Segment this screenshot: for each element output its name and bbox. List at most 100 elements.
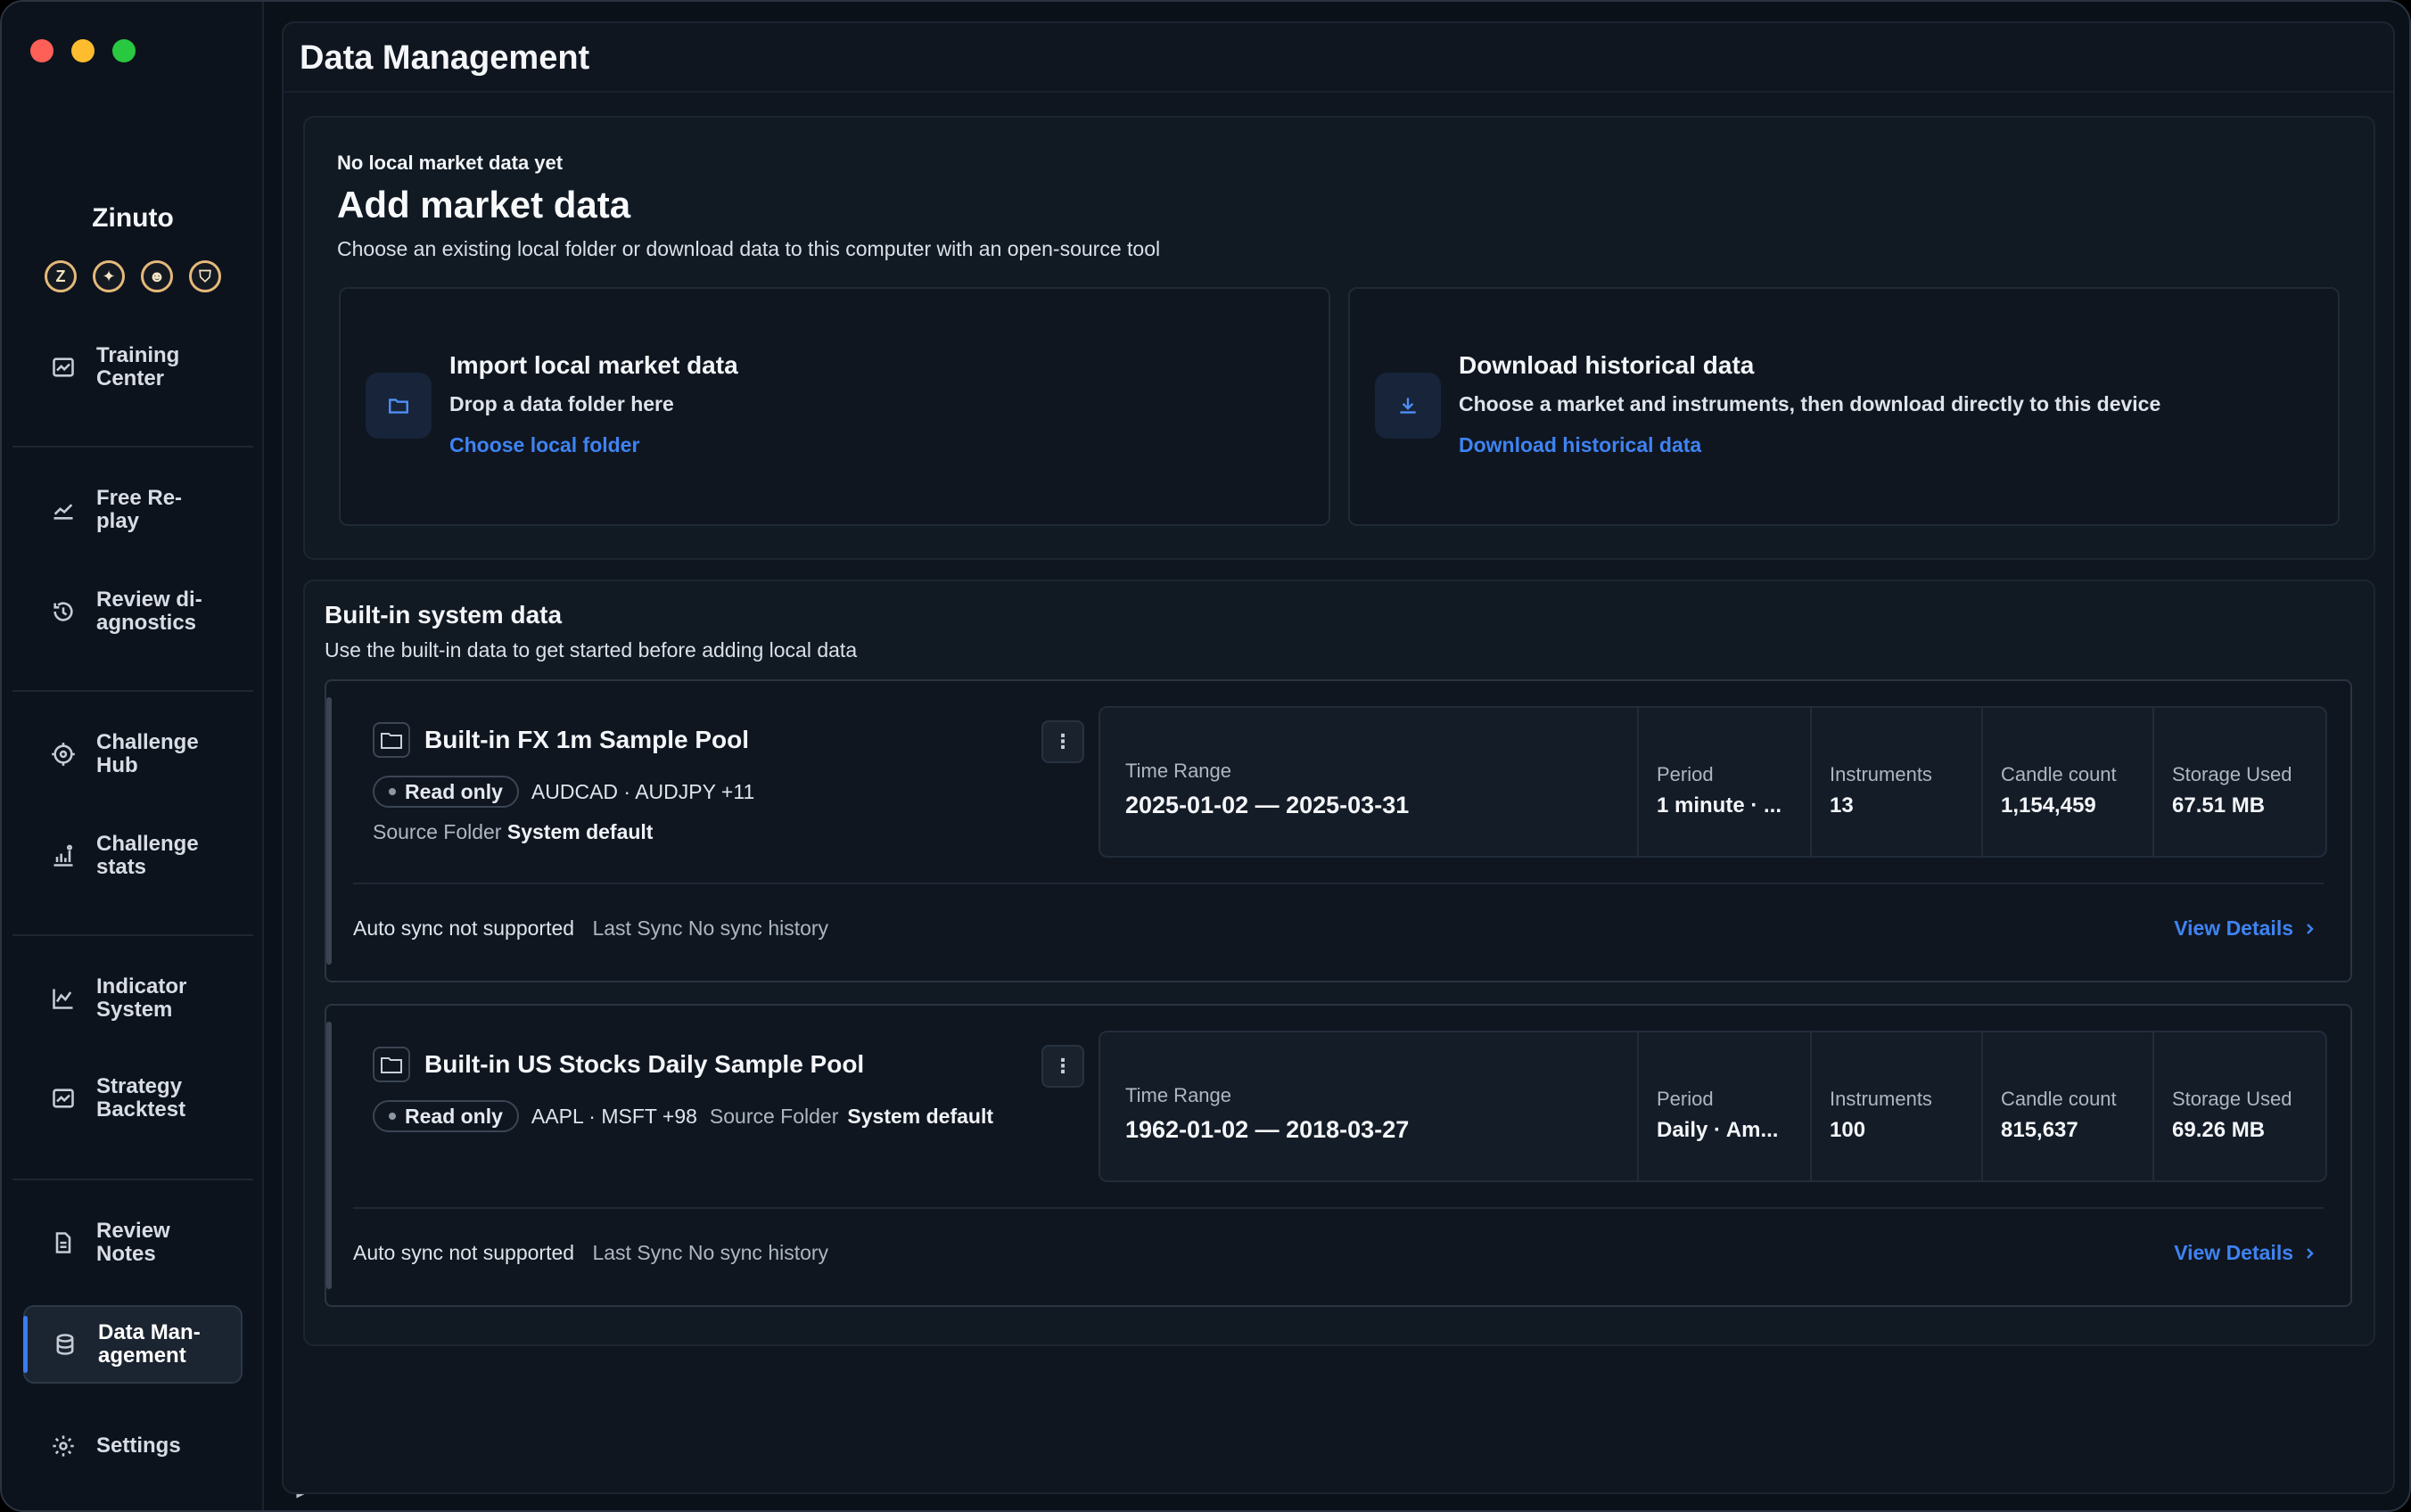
download-icon xyxy=(1375,373,1441,439)
sidebar-item-label: Indicator System xyxy=(96,974,187,1022)
pool-source: Source Folder System default xyxy=(373,820,654,843)
sidebar-item-review-diagnostics[interactable]: Review di-agnostics xyxy=(23,572,243,651)
download-desc: Choose a market and instruments, then do… xyxy=(1459,392,2161,415)
source-folder-value: System default xyxy=(847,1104,993,1128)
import-desc: Drop a data folder here xyxy=(449,392,674,415)
bar-stats-icon xyxy=(50,842,77,869)
import-local-data-dropzone[interactable]: Import local market data Drop a data fol… xyxy=(339,287,1330,526)
sidebar-item-strategy-backtest[interactable]: Strategy Backtest xyxy=(23,1059,243,1138)
sidebar-item-training-center[interactable]: Training Center xyxy=(23,328,243,407)
stat-storage-used: Storage Used 69.26 MB xyxy=(2172,1088,2292,1142)
sidebar-item-data-management[interactable]: Data Man-agement xyxy=(23,1305,243,1384)
sidebar-divider xyxy=(12,934,253,936)
page-title: Data Management xyxy=(300,39,590,77)
pool-symbols: AAPL · MSFT +98 xyxy=(531,1104,697,1128)
data-pool-card: Built-in US Stocks Daily Sample Pool ⋮ R… xyxy=(325,1004,2352,1307)
sidebar-item-label: Training Center xyxy=(96,343,180,390)
stat-time-range: Time Range 1962-01-02 — 2018-03-27 xyxy=(1100,1032,1639,1180)
choose-local-folder-link[interactable]: Choose local folder xyxy=(449,433,639,457)
database-icon xyxy=(52,1331,78,1358)
add-data-subtitle: Choose an existing local folder or downl… xyxy=(337,237,1161,260)
pool-stats: Time Range 1962-01-02 — 2018-03-27 Perio… xyxy=(1099,1031,2327,1182)
brand-name: Zinuto xyxy=(92,203,174,233)
title-divider xyxy=(284,91,2393,93)
sidebar-divider xyxy=(12,1179,253,1180)
builtin-title: Built-in system data xyxy=(325,601,563,629)
sidebar-item-label: Strategy Backtest xyxy=(96,1074,186,1122)
minimize-window-button[interactable] xyxy=(71,39,95,62)
pool-meta: Read only AAPL · MSFT +98 Source Folder … xyxy=(373,1100,993,1132)
more-options-button[interactable]: ⋮ xyxy=(1041,1045,1084,1088)
builtin-subtitle: Use the built-in data to get started bef… xyxy=(325,638,858,662)
pool-divider xyxy=(353,883,2324,884)
star-coin-icon: ✦ xyxy=(93,260,125,292)
download-historical-data-link[interactable]: Download historical data xyxy=(1459,433,1701,457)
pool-divider xyxy=(353,1207,2324,1209)
pool-meta: Read only AUDCAD · AUDJPY +11 xyxy=(373,776,754,808)
robot-coin-icon: ☻ xyxy=(141,260,173,292)
chart-card-icon xyxy=(50,354,77,381)
stat-instruments: Instruments 13 xyxy=(1812,708,1983,856)
folder-icon xyxy=(373,1047,410,1082)
z-coin-icon: Z xyxy=(45,260,77,292)
download-title: Download historical data xyxy=(1459,351,1755,379)
pool-name: Built-in US Stocks Daily Sample Pool xyxy=(424,1050,865,1078)
gear-icon xyxy=(50,1433,77,1459)
line-chart-icon xyxy=(50,985,77,1012)
chevron-right-icon xyxy=(2307,923,2314,934)
sidebar-item-review-notes[interactable]: Review Notes xyxy=(23,1204,243,1282)
folder-icon xyxy=(373,722,410,758)
more-options-button[interactable]: ⋮ xyxy=(1041,720,1084,763)
stat-time-range: Time Range 2025-01-02 — 2025-03-31 xyxy=(1100,708,1639,856)
sidebar-item-challenge-hub[interactable]: Challenge Hub xyxy=(23,715,243,793)
download-historical-data-card[interactable]: Download historical data Choose a market… xyxy=(1348,287,2340,526)
zoom-window-button[interactable] xyxy=(112,39,136,62)
sidebar-item-label: Free Re-play xyxy=(96,486,183,533)
sync-status: Auto sync not supported Last Sync No syn… xyxy=(353,1241,829,1264)
main-panel: Data Management No local market data yet… xyxy=(282,21,2395,1494)
pool-stats: Time Range 2025-01-02 — 2025-03-31 Perio… xyxy=(1099,706,2327,858)
history-icon xyxy=(50,598,77,625)
sidebar-item-label: Settings xyxy=(96,1434,181,1458)
add-market-data-card: No local market data yet Add market data… xyxy=(303,116,2375,560)
sidebar-item-settings[interactable]: Settings xyxy=(23,1407,243,1485)
close-window-button[interactable] xyxy=(30,39,53,62)
sidebar-item-indicator-system[interactable]: Indicator System xyxy=(23,959,243,1038)
stat-period: Period 1 minute · ... xyxy=(1639,708,1812,856)
view-details-link[interactable]: View Details xyxy=(2174,1241,2316,1265)
target-icon xyxy=(50,741,77,768)
pool-name: Built-in FX 1m Sample Pool xyxy=(424,726,750,753)
shield-coin-icon: ⛉ xyxy=(189,260,221,292)
view-details-link[interactable]: View Details xyxy=(2174,916,2316,941)
app-window: Zinuto Z ✦ ☻ ⛉ Training Center Free Re-p… xyxy=(0,0,2411,1512)
chevron-right-icon xyxy=(2307,1247,2314,1259)
stat-storage-used: Storage Used 67.51 MB xyxy=(2172,763,2292,818)
builtin-system-data-section: Built-in system data Use the built-in da… xyxy=(303,579,2375,1346)
pool-symbols: AUDCAD · AUDJPY +11 xyxy=(531,779,755,803)
stat-instruments: Instruments 100 xyxy=(1812,1032,1983,1180)
import-title: Import local market data xyxy=(449,351,738,379)
empty-state-label: No local market data yet xyxy=(337,152,564,174)
source-folder-label: Source Folder xyxy=(709,1104,839,1128)
sidebar-item-label: Challenge stats xyxy=(96,832,199,879)
window-controls xyxy=(30,39,136,62)
sidebar-item-label: Challenge Hub xyxy=(96,730,199,777)
sidebar-item-challenge-stats[interactable]: Challenge stats xyxy=(23,817,243,895)
sidebar-item-label: Data Man-agement xyxy=(98,1320,201,1368)
sync-status: Auto sync not supported Last Sync No syn… xyxy=(353,916,829,940)
chart-card-icon xyxy=(50,1085,77,1112)
stat-period: Period Daily · Am... xyxy=(1639,1032,1812,1180)
trend-line-icon xyxy=(50,497,77,523)
stat-candle-count: Candle count 815,637 xyxy=(1983,1032,2154,1180)
folder-icon xyxy=(366,373,432,439)
add-data-title: Add market data xyxy=(337,184,631,226)
sidebar: Zinuto Z ✦ ☻ ⛉ Training Center Free Re-p… xyxy=(2,2,264,1510)
read-only-badge: Read only xyxy=(373,1100,519,1132)
data-pool-card: Built-in FX 1m Sample Pool ⋮ Read only A… xyxy=(325,679,2352,982)
document-icon xyxy=(50,1229,77,1256)
sidebar-divider xyxy=(12,690,253,692)
sidebar-divider xyxy=(12,446,253,448)
sidebar-item-label: Review Notes xyxy=(96,1219,170,1266)
sidebar-item-free-replay[interactable]: Free Re-play xyxy=(23,471,243,549)
brand-badges: Z ✦ ☻ ⛉ xyxy=(45,260,221,292)
